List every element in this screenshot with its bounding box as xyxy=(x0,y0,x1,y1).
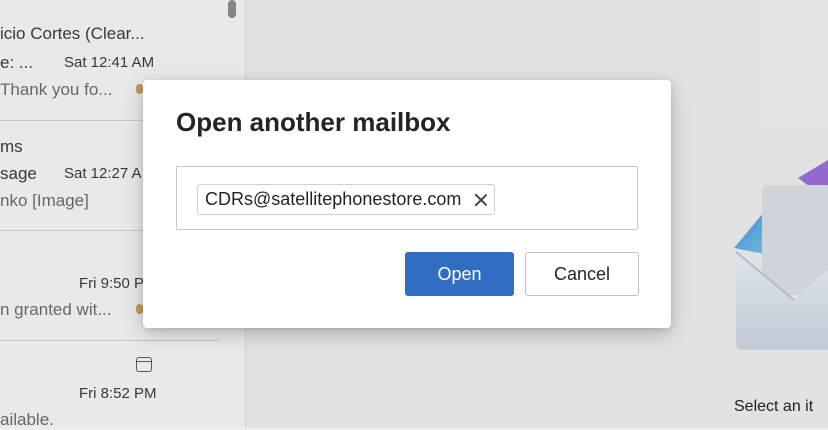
cancel-button[interactable]: Cancel xyxy=(525,252,639,296)
recipient-chip[interactable]: CDRs@satellitephonestore.com xyxy=(197,184,496,215)
recipient-chip-label: CDRs@satellitephonestore.com xyxy=(205,189,462,209)
dismiss-icon[interactable] xyxy=(474,193,488,207)
dialog-title: Open another mailbox xyxy=(176,107,451,137)
mailbox-picker-input[interactable]: CDRs@satellitephonestore.com xyxy=(176,166,638,230)
open-button[interactable]: Open xyxy=(405,252,514,296)
open-mailbox-dialog: Open another mailbox CDRs@satellitephone… xyxy=(143,80,671,328)
